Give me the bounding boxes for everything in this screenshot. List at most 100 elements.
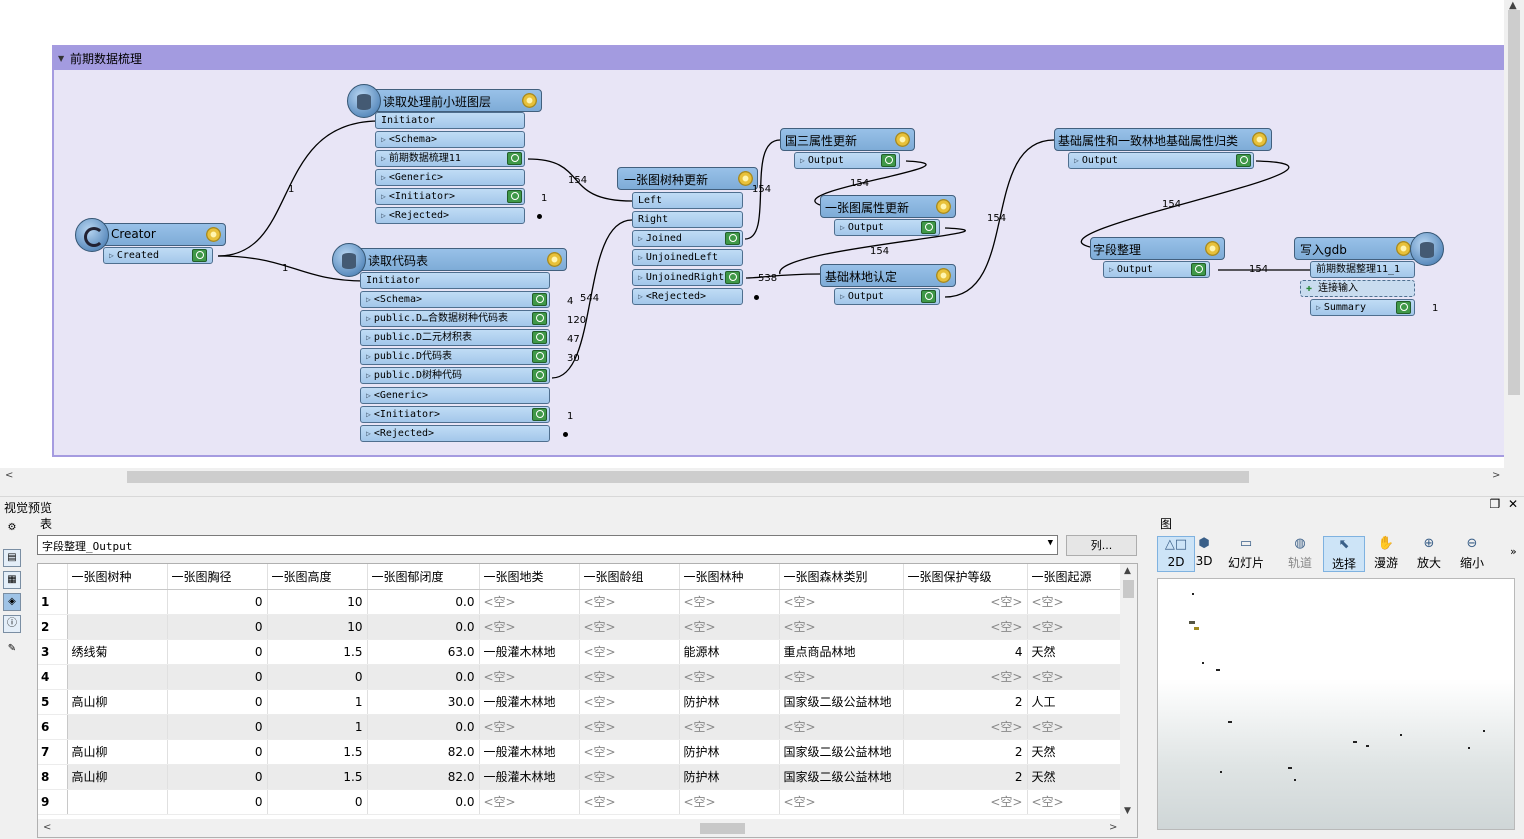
table-cell[interactable]: 能源林 [679,639,780,665]
table-cell[interactable]: 82.0 [367,739,480,765]
port-writer-feature[interactable]: 前期数据整理11_1 [1310,261,1415,278]
table-cell[interactable]: 天然 [1027,639,1123,665]
port-rejected[interactable]: ▷ <Rejected> [360,425,550,442]
gear-icon[interactable] [206,227,221,242]
table-cell[interactable]: <空> [903,589,1028,615]
table-cell[interactable]: 高山柳 [67,689,168,715]
gear-icon[interactable] [895,132,910,147]
data-table[interactable]: 一张图树种 一张图胸径 一张图高度 一张图郁闭度 一张图地类 一张图龄组 一张图林种 一张图森… [37,563,1138,838]
gear-icon[interactable] [1205,241,1220,256]
table-cell[interactable]: 一般灌木林地 [479,639,580,665]
port-output[interactable]: ▷ Output [1103,261,1210,278]
inspect-icon[interactable] [1191,263,1206,276]
inspect-icon[interactable] [507,190,522,203]
table-cell[interactable]: 1.5 [267,764,368,790]
table-cell[interactable]: <空> [903,789,1028,815]
table-cell[interactable] [67,589,168,615]
table-cell[interactable]: 0.0 [367,589,480,615]
port-feature[interactable]: ▷ 前期数据梳理11 [375,150,525,167]
table-cell[interactable]: <空> [779,714,904,740]
scroll-left-icon[interactable]: < [5,470,13,481]
table-cell[interactable]: <空> [579,714,680,740]
table-cell[interactable]: 绣线菊 [67,639,168,665]
table-cell[interactable]: 2 [903,764,1028,790]
table-cell[interactable]: 一般灌木林地 [479,764,580,790]
table-cell[interactable]: 一般灌木林地 [479,739,580,765]
table-cell[interactable]: 0 [167,664,268,690]
table-cell[interactable]: 高山柳 [67,739,168,765]
table-cell[interactable]: 0 [167,739,268,765]
table-cell[interactable]: <空> [579,639,680,665]
table-cell[interactable]: 1 [267,689,368,715]
table-cell[interactable]: <空> [479,789,580,815]
port-unjoined-right[interactable]: ▷ UnjoinedRight [632,269,743,286]
table-cell[interactable]: 0 [267,664,368,690]
inspect-icon[interactable] [881,154,896,167]
port-schema[interactable]: ▷ <Schema> [375,131,525,148]
port-output[interactable]: ▷ Output [834,288,940,305]
table-cell[interactable]: <空> [903,714,1028,740]
table-cell[interactable]: 0 [167,614,268,640]
table-cell[interactable]: 1.5 [267,739,368,765]
zoom-out-button[interactable]: ⊖ 缩小 [1453,536,1491,572]
orbit-button[interactable]: ◍ 轨道 [1281,536,1319,572]
column-header[interactable]: 一张图起源 [1027,564,1123,590]
port-schema[interactable]: ▷ <Schema> [360,291,550,308]
inspect-icon[interactable] [532,408,547,421]
table-cell[interactable]: <空> [779,789,904,815]
table-cell[interactable]: 人工 [1027,689,1123,715]
table-cell[interactable]: 0.0 [367,789,480,815]
table-cell[interactable]: 4 [903,639,1028,665]
port-left[interactable]: Left [632,192,743,209]
table-cell[interactable]: <空> [679,664,780,690]
inspect-icon[interactable] [921,221,936,234]
table-cell[interactable] [67,664,168,690]
column-header[interactable]: 一张图高度 [267,564,368,590]
port-output[interactable]: ▷ Output [1068,152,1254,169]
port-initiator-in[interactable]: Initiator [360,272,550,289]
select-button[interactable]: ⬉ 选择 [1323,536,1365,572]
table-cell[interactable]: <空> [779,589,904,615]
table-cell[interactable] [67,789,168,815]
table-cell[interactable]: 63.0 [367,639,480,665]
port-connect-input[interactable]: ✚ 连接输入 [1300,280,1415,297]
scroll-thumb[interactable] [127,471,1249,483]
workspace-canvas[interactable]: ▼ 前期数据梳理 Creator ▷ Created 读取处理前小班图层 Ini… [0,0,1504,470]
table-cell[interactable]: 国家级二级公益林地 [779,739,904,765]
inspect-icon[interactable] [532,312,547,325]
gear-icon[interactable] [936,268,951,283]
table-cell[interactable]: 0 [167,714,268,740]
close-icon[interactable]: ✕ [1508,497,1518,511]
layout-icon[interactable]: ▤ [3,549,21,567]
table-row[interactable]: 5 高山柳 0 1 30.0 一般灌木林地 <空> 防护林 国家级二级公益林地 2 人工 [38,689,1123,715]
table-cell[interactable]: 0 [167,689,268,715]
table-cell[interactable]: <空> [679,614,780,640]
port-output[interactable]: ▷ Output [834,219,940,236]
table-cell[interactable]: <空> [579,589,680,615]
table-cell[interactable]: <空> [579,664,680,690]
table-cell[interactable]: 防护林 [679,764,780,790]
inspect-icon[interactable] [532,331,547,344]
port-created[interactable]: ▷ Created [103,247,213,264]
gear-icon[interactable] [738,171,753,186]
gear-icon[interactable] [1252,132,1267,147]
table-row[interactable]: 7 高山柳 0 1.5 82.0 一般灌木林地 <空> 防护林 国家级二级公益林地 2 天然 [38,739,1123,765]
gear-icon[interactable] [1396,241,1411,256]
table-cell[interactable]: <空> [1027,664,1123,690]
scroll-right-icon[interactable]: > [1109,822,1117,833]
port-summary[interactable]: ▷ Summary [1310,299,1415,316]
inspect-icon[interactable] [1396,301,1411,314]
table-cell[interactable] [67,614,168,640]
table-row[interactable]: 8 高山柳 0 1.5 82.0 一般灌木林地 <空> 防护林 国家级二级公益林地 2 天然 [38,764,1123,790]
scroll-thumb[interactable] [1123,580,1134,598]
table-cell[interactable]: 国家级二级公益林地 [779,764,904,790]
table-view-icon[interactable]: ▦ [3,571,21,589]
table-cell[interactable]: 10 [267,614,368,640]
port-code-table[interactable]: ▷ public.D代码表 [360,348,550,365]
inspect-icon[interactable] [725,232,740,245]
table-cell[interactable]: 0.0 [367,664,480,690]
port-initiator[interactable]: ▷ <Initiator> [375,188,525,205]
table-cell[interactable]: <空> [579,614,680,640]
inspect-icon[interactable] [532,350,547,363]
table-cell[interactable]: 防护林 [679,689,780,715]
